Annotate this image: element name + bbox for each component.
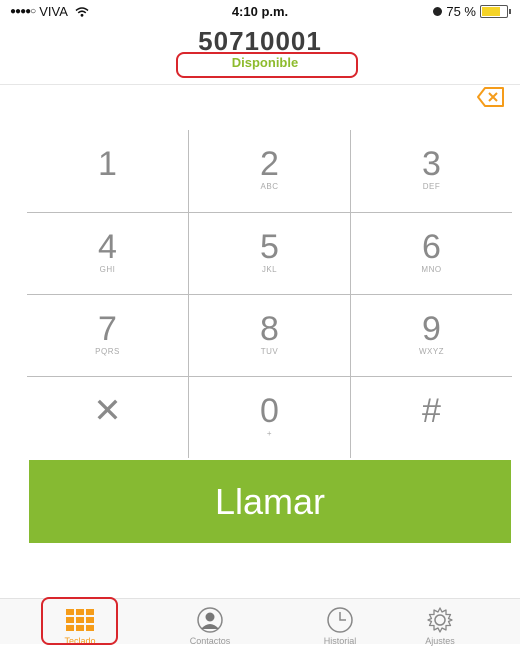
key-digit: # xyxy=(422,392,441,430)
key-letters: DEF xyxy=(422,182,441,191)
key-0[interactable]: 0 + xyxy=(189,377,350,459)
key-digit: 6 xyxy=(422,228,441,266)
key-star[interactable]: ✕ xyxy=(27,377,188,459)
key-letters: MNO xyxy=(421,265,442,274)
key-digit: 0 xyxy=(260,392,279,430)
key-letters: JKL xyxy=(261,265,278,274)
key-4[interactable]: 4 GHI xyxy=(27,213,188,295)
battery-level xyxy=(482,7,500,16)
key-letters: GHI xyxy=(99,265,116,274)
call-button[interactable]: Llamar xyxy=(29,460,511,543)
key-6[interactable]: 6 MNO xyxy=(351,213,512,295)
key-letters: ABC xyxy=(260,182,279,191)
alarm-icon xyxy=(433,7,443,16)
key-1[interactable]: 1 xyxy=(27,130,188,212)
key-digit: 1 xyxy=(98,145,117,183)
status-bar: ●●●●○ VIVA 4:10 p.m. 75 % xyxy=(0,0,520,22)
key-5[interactable]: 5 JKL xyxy=(189,213,350,295)
battery-icon xyxy=(480,5,511,18)
key-digit: 8 xyxy=(260,310,279,348)
key-digit: 2 xyxy=(260,145,279,183)
key-digit: 7 xyxy=(98,310,117,348)
key-digit: 4 xyxy=(98,228,117,266)
key-letters: TUV xyxy=(260,347,279,356)
key-digit: 5 xyxy=(260,228,279,266)
battery-info: 75 % xyxy=(433,4,511,19)
key-digit: 3 xyxy=(422,145,441,183)
backspace-icon[interactable] xyxy=(476,86,506,108)
tab-settings[interactable]: Ajustes xyxy=(375,599,505,646)
tab-label: Contactos xyxy=(189,636,231,646)
key-9[interactable]: 9 WXYZ xyxy=(351,295,512,377)
gear-icon xyxy=(427,607,453,633)
key-3[interactable]: 3 DEF xyxy=(351,130,512,212)
key-letters: PQRS xyxy=(95,347,120,356)
key-letters: + xyxy=(266,429,273,438)
key-7[interactable]: 7 PQRS xyxy=(27,295,188,377)
tab-label: Ajustes xyxy=(425,636,455,646)
key-2[interactable]: 2 ABC xyxy=(189,130,350,212)
tab-contacts[interactable]: Contactos xyxy=(145,599,275,646)
battery-percent: 75 % xyxy=(446,4,476,19)
key-letters: WXYZ xyxy=(418,347,445,356)
key-hash[interactable]: # xyxy=(351,377,512,459)
key-8[interactable]: 8 TUV xyxy=(189,295,350,377)
contact-icon xyxy=(197,607,223,633)
clock-icon xyxy=(327,607,353,633)
keypad: 1 2 ABC 3 DEF 4 GHI 5 JKL 6 MNO 7 PQRS 8… xyxy=(27,130,512,458)
header-divider xyxy=(0,84,520,85)
status-highlight-box xyxy=(176,52,358,78)
key-digit: 9 xyxy=(422,310,441,348)
key-digit: ✕ xyxy=(93,392,122,430)
tab-highlight-box xyxy=(41,597,118,645)
